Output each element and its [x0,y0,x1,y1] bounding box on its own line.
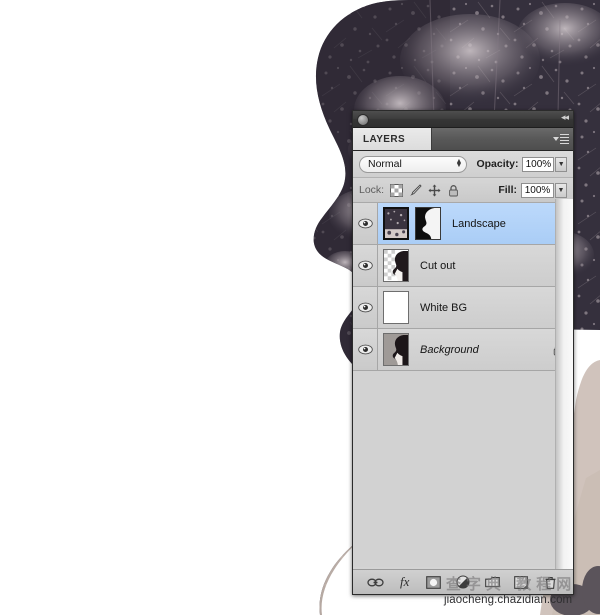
layer-visibility-toggle[interactable] [353,287,378,328]
table-row[interactable]: White BG [353,287,573,329]
table-row[interactable]: Landscape [353,203,573,245]
tab-layers[interactable]: LAYERS [353,128,432,150]
layers-panel-toolbar: fx [353,569,573,594]
folder-icon[interactable] [484,574,501,591]
layer-thumbnail[interactable] [383,291,409,324]
silhouette-mask-thumb [416,208,440,239]
brush-icon[interactable] [408,183,423,198]
trash-icon[interactable] [542,574,559,591]
white-fill-thumb [384,292,408,323]
fill-dropdown-arrow-icon[interactable]: ▼ [555,182,567,198]
panel-titlebar[interactable]: ◂◂ [353,111,573,128]
eye-icon [357,344,373,355]
forest-photo-thumb [385,209,407,238]
layer-list-empty-area [353,371,573,567]
fx-label: fx [400,574,410,589]
mask-icon[interactable] [425,574,442,591]
eye-icon [357,302,373,313]
layer-thumbnail[interactable] [383,207,409,240]
half-circle-icon[interactable] [454,574,471,591]
layer-name: White BG [420,301,468,314]
layer-thumbnail[interactable] [383,249,409,282]
stepper-arrows-icon: ▲ ▼ [455,158,463,169]
padlock-icon[interactable] [446,183,461,198]
layer-name: Landscape [452,217,506,230]
layer-visibility-toggle[interactable] [353,329,378,370]
layer-name: Background [420,343,479,356]
fx-icon[interactable]: fx [396,574,413,591]
opacity-label: Opacity: [476,158,519,170]
layer-thumbnail[interactable] [383,333,409,366]
blend-mode-row: Normal ▲ ▼ Opacity: 100% ▼ [353,151,573,178]
eye-icon [357,260,373,271]
double-chevron-left-icon[interactable]: ◂◂ [561,113,569,124]
panel-menu-lines-icon [560,133,569,145]
panel-tab-strip: LAYERS [353,128,573,151]
opacity-dropdown-arrow-icon[interactable]: ▼ [555,156,567,172]
checkerboard-icon[interactable] [389,183,404,198]
eye-icon [357,218,373,229]
layer-name: Cut out [420,259,456,272]
table-row[interactable]: Cut out [353,245,573,287]
layer-visibility-toggle[interactable] [353,245,378,286]
link-icon[interactable] [367,574,384,591]
panel-menu-icon[interactable] [551,132,569,146]
new-layer-icon[interactable] [513,574,530,591]
layer-mask-thumbnail[interactable] [415,207,441,240]
vertical-scrollbar[interactable] [555,199,573,569]
opacity-value: 100% [525,158,552,170]
fill-label: Fill: [498,184,517,196]
fill-input[interactable]: 100% [521,182,554,198]
move-arrows-icon[interactable] [427,183,442,198]
layer-visibility-toggle[interactable] [353,203,378,244]
layer-list[interactable]: Landscape Cut out White BG Background [353,203,573,567]
portrait-photo-thumb [384,334,408,365]
fill-value: 100% [524,184,551,196]
tab-layers-label: LAYERS [363,133,406,145]
window-dot-icon[interactable] [357,114,369,126]
table-row[interactable]: Background [353,329,573,371]
lock-row: Lock: Fill: 100% ▼ [353,178,573,203]
layers-panel: ◂◂ LAYERS Normal ▲ ▼ Opacity: 100% ▼ Lock… [352,110,574,595]
portrait-cutout-thumb [384,250,408,281]
blend-mode-select[interactable]: Normal ▲ ▼ [359,155,468,173]
lock-label: Lock: [359,184,385,196]
panel-menu-caret-icon [553,137,559,141]
opacity-input[interactable]: 100% [522,156,555,172]
blend-mode-value: Normal [368,158,402,170]
